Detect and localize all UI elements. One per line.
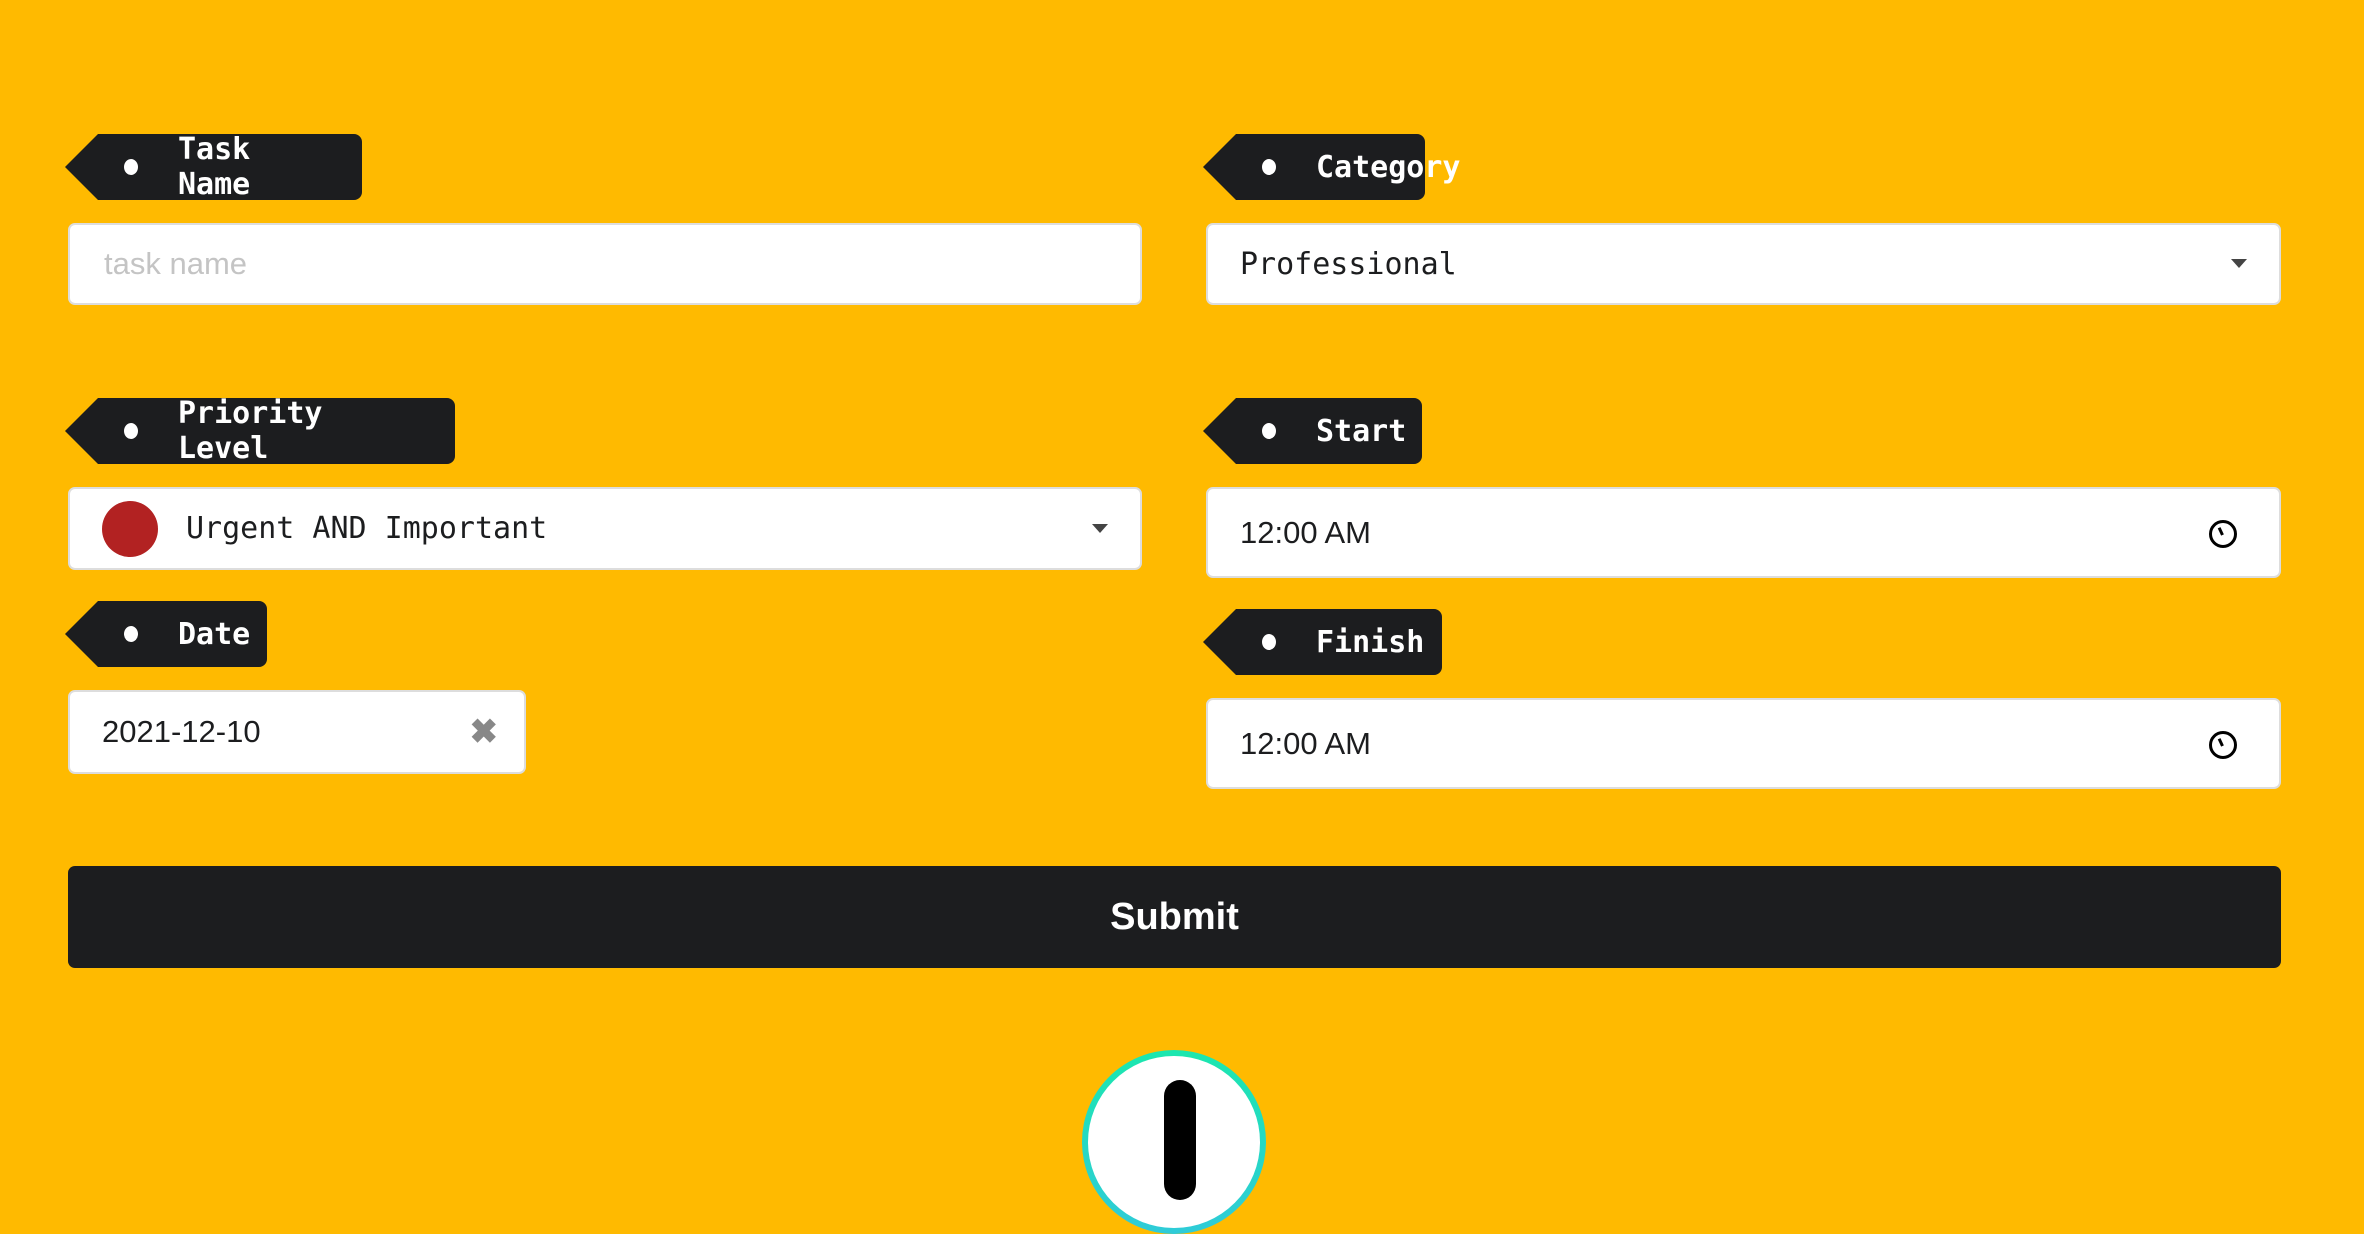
priority-color-icon [102, 500, 158, 557]
date-field[interactable]: 2021-12-10 ✖ [68, 690, 526, 774]
task-name-field[interactable] [68, 223, 1142, 305]
bullet-icon [1262, 634, 1276, 650]
submit-button[interactable]: Submit [68, 866, 2281, 968]
start-time-value: 12:00 AM [1240, 514, 1371, 550]
category-value: Professional [1240, 246, 1457, 282]
chevron-down-icon [1092, 523, 1108, 533]
task-name-label-text: Task Name [178, 132, 251, 202]
clock-icon[interactable] [2209, 519, 2237, 548]
date-label-text: Date [178, 616, 251, 652]
priority-label-text: Priority Level [178, 396, 323, 466]
finish-time-value: 12:00 AM [1240, 725, 1371, 761]
task-name-input[interactable] [102, 245, 1140, 283]
clock-icon[interactable] [2209, 730, 2237, 759]
exclamation-icon [1164, 1080, 1196, 1200]
task-name-label: Task Name [65, 132, 362, 202]
finish-time-field[interactable]: 12:00 AM [1206, 698, 2281, 789]
bullet-icon [1262, 423, 1276, 439]
finish-label-text: Finish [1316, 624, 1425, 660]
category-label-text: Category [1316, 149, 1461, 185]
start-label: Start [1203, 398, 1422, 464]
date-label: Date [65, 601, 267, 667]
clear-date-icon[interactable]: ✖ [470, 712, 499, 752]
priority-select[interactable]: Urgent AND Important [68, 487, 1142, 570]
category-label: Category [1203, 134, 1461, 200]
bullet-icon [124, 626, 138, 642]
chevron-down-icon [2231, 259, 2247, 268]
finish-label: Finish [1203, 609, 1442, 675]
bullet-icon [1262, 159, 1276, 175]
alert-badge [1082, 1050, 1266, 1234]
bullet-icon [124, 159, 138, 175]
bullet-icon [124, 423, 138, 439]
priority-label: Priority Level [65, 396, 455, 466]
start-time-field[interactable]: 12:00 AM [1206, 487, 2281, 578]
start-label-text: Start [1316, 413, 1407, 449]
date-value: 2021-12-10 [102, 714, 261, 749]
priority-value: Urgent AND Important [186, 511, 548, 546]
category-select[interactable]: Professional [1206, 223, 2281, 305]
